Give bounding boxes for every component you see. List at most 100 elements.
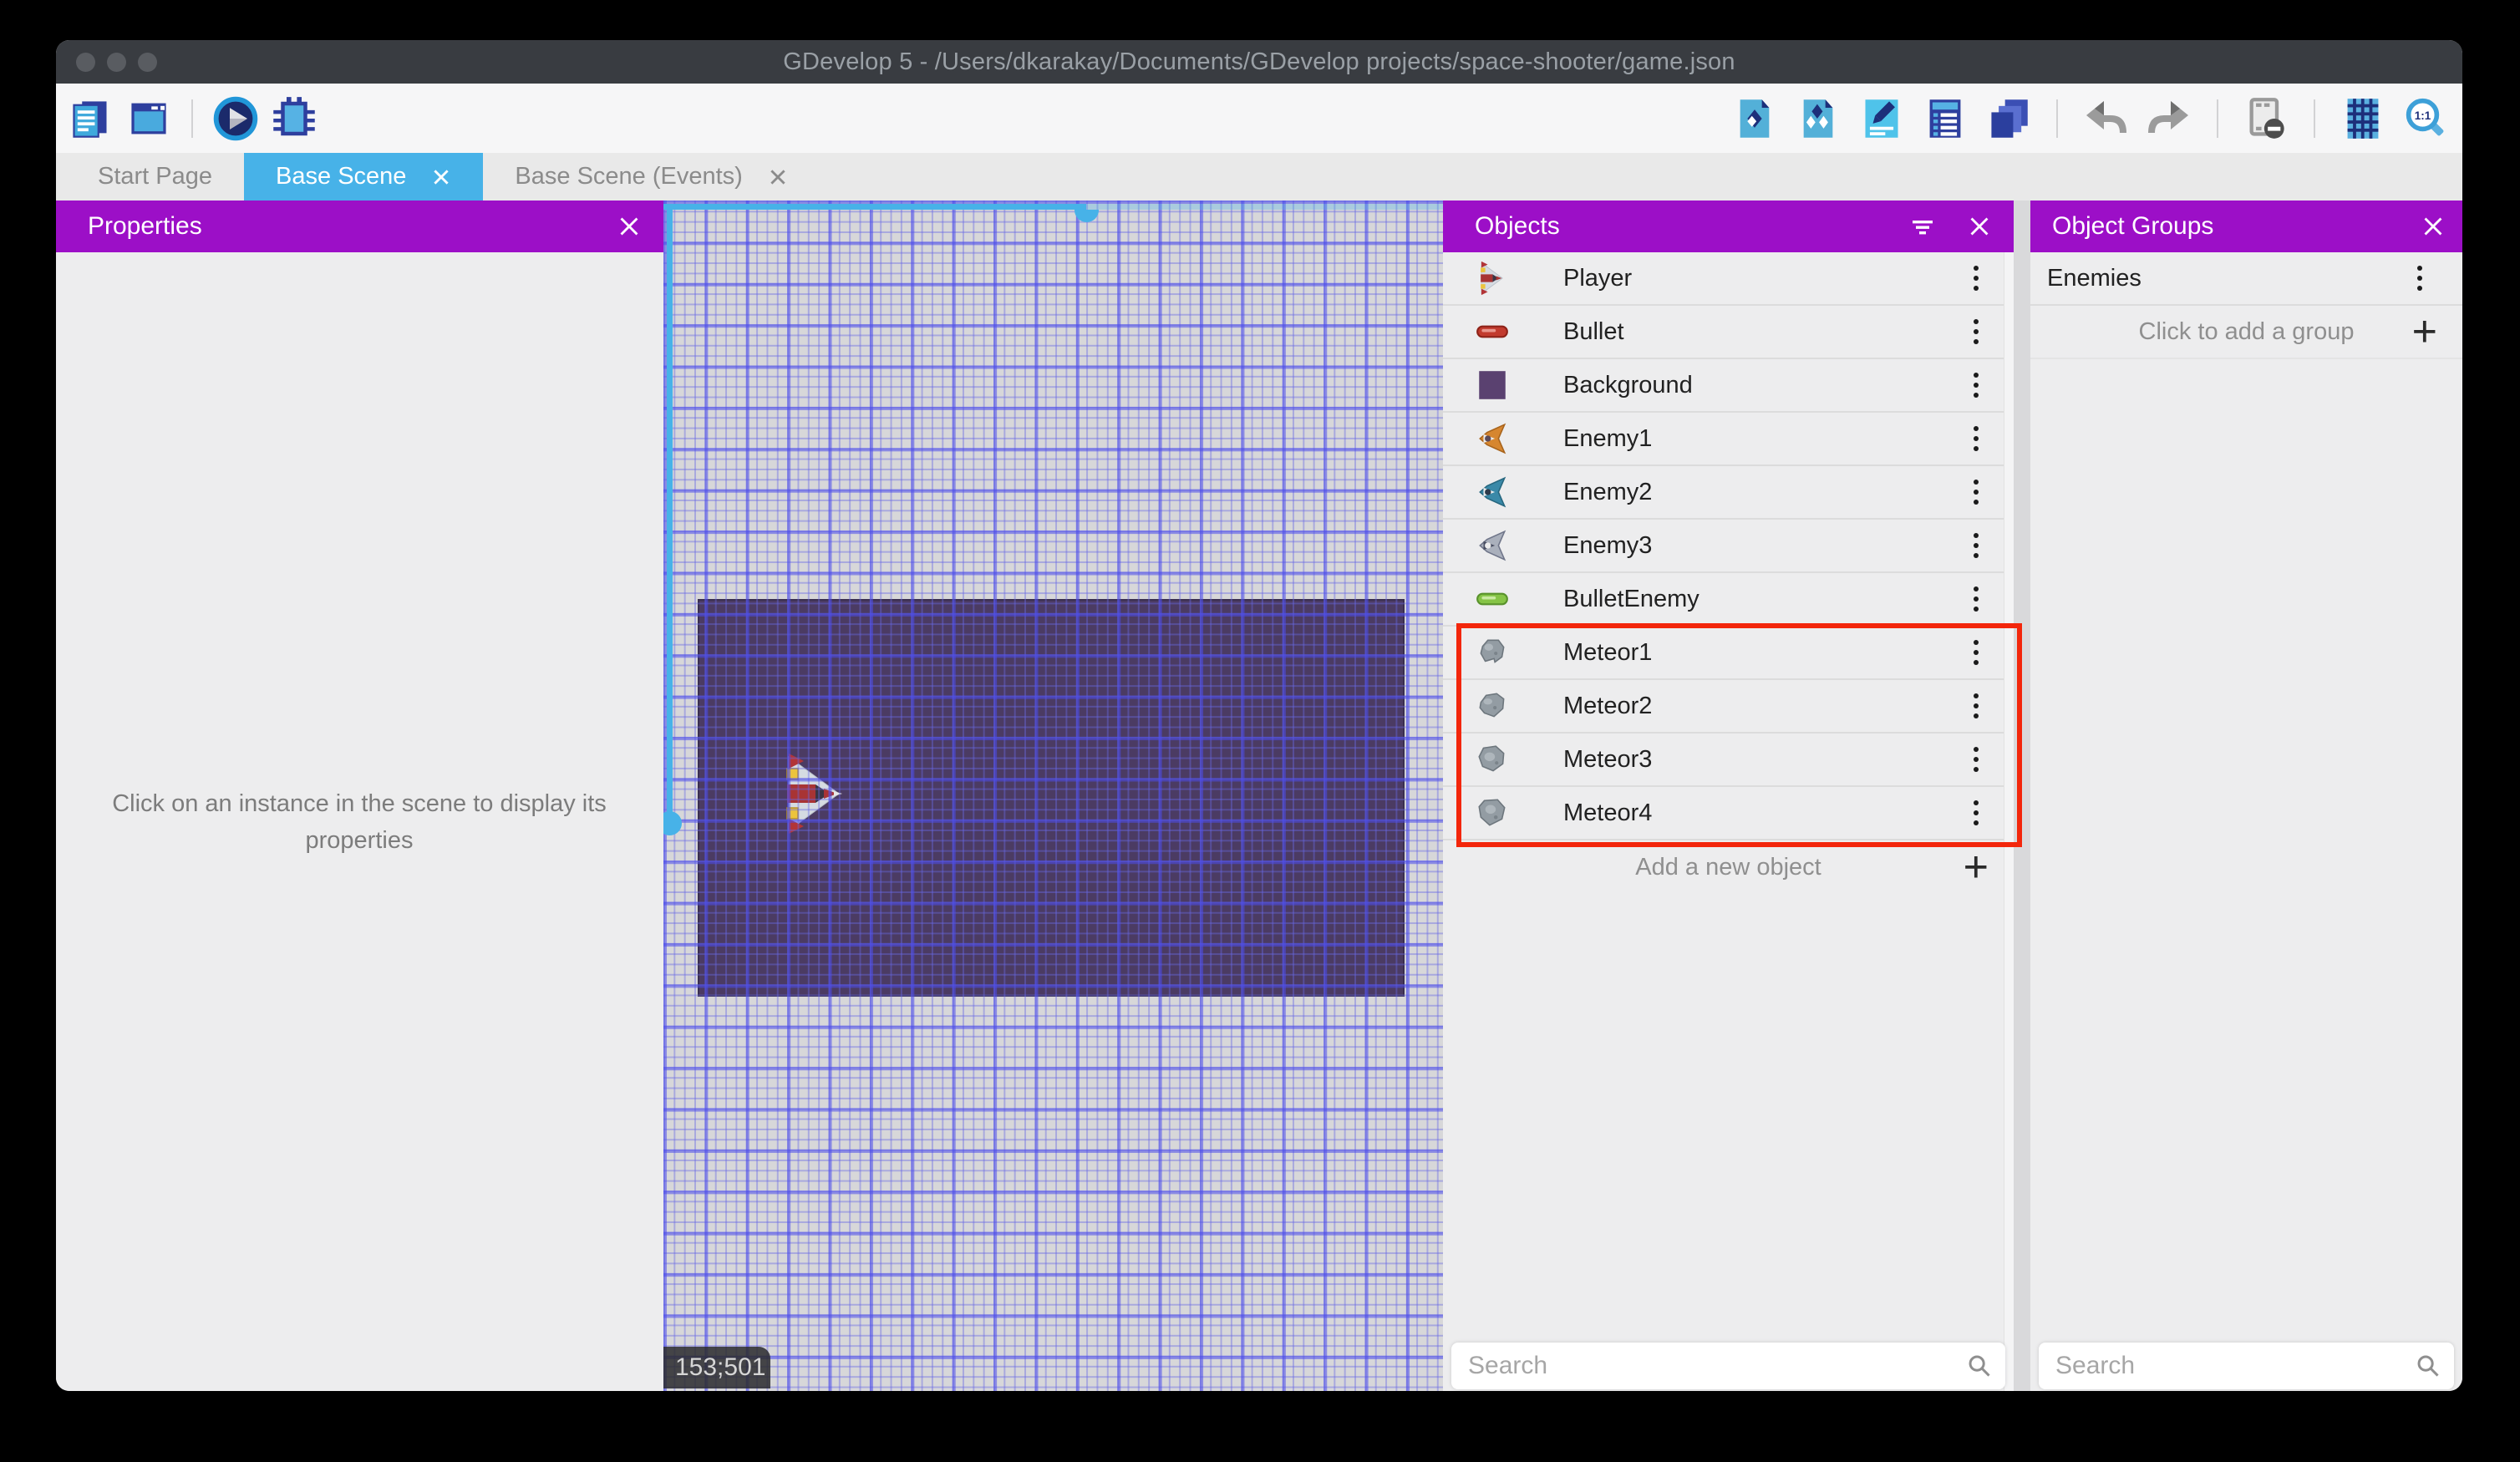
object-menu-button[interactable] — [1969, 368, 1984, 403]
close-icon[interactable] — [2422, 216, 2444, 237]
plus-icon[interactable]: + — [1964, 845, 1989, 889]
horizontal-scrollbar-fill — [663, 204, 1086, 210]
close-window-button[interactable] — [76, 53, 95, 72]
object-row-meteor4[interactable]: Meteor4 — [1443, 787, 2014, 840]
tab-close-icon[interactable] — [431, 167, 451, 187]
toolbar-separator — [191, 99, 193, 138]
zoom-reset-button[interactable]: 1:1 — [2404, 96, 2449, 141]
object-menu-button[interactable] — [1969, 581, 1984, 617]
tab-base-scene-events[interactable]: Base Scene (Events) — [483, 153, 819, 201]
window-icon — [127, 97, 170, 140]
objects-search-input[interactable] — [1451, 1343, 2005, 1389]
toolbar-right-group: 1:1 — [1732, 96, 2449, 141]
enemy3-sprite-icon — [1475, 528, 1510, 563]
add-group-label: Click to add a group — [2138, 317, 2355, 345]
object-menu-button[interactable] — [1969, 528, 1984, 563]
player-ship-instance[interactable] — [785, 752, 844, 835]
player-sprite-icon — [1475, 261, 1510, 296]
object-label: Enemy1 — [1563, 424, 1653, 452]
undo-button[interactable] — [2083, 96, 2128, 141]
object-menu-button[interactable] — [1969, 475, 1984, 510]
object-groups-panel-header: Object Groups — [2030, 201, 2462, 252]
group-menu-button[interactable] — [2412, 261, 2427, 296]
object-row-bulletenemy[interactable]: BulletEnemy — [1443, 573, 2014, 627]
tab-close-icon[interactable] — [768, 167, 788, 187]
object-menu-button[interactable] — [1969, 314, 1984, 349]
toggle-mask-button[interactable] — [2243, 96, 2289, 141]
debugger-button[interactable] — [272, 96, 317, 141]
object-row-background[interactable]: Background — [1443, 359, 2014, 413]
object-label: Player — [1563, 264, 1633, 292]
horizontal-scrollbar-thumb[interactable] — [1075, 210, 1099, 222]
tab-label: Base Scene — [276, 163, 407, 190]
object-label: Enemy2 — [1563, 478, 1653, 505]
open-properties-button[interactable] — [1859, 96, 1904, 141]
toolbar-separator — [2314, 99, 2315, 138]
search-icon — [1967, 1353, 1992, 1378]
object-row-meteor2[interactable]: Meteor2 — [1443, 680, 2014, 734]
object-row-player[interactable]: Player — [1443, 252, 2014, 306]
add-object-button[interactable]: Add a new object + — [1443, 840, 2014, 894]
enemy2-sprite-icon — [1475, 475, 1510, 510]
start-page-button[interactable] — [126, 96, 171, 141]
background-sprite-icon — [1475, 368, 1510, 403]
bullet-sprite-icon — [1475, 314, 1510, 349]
objects-list: Player Bullet Background Enemy1 Enemy2 E… — [1443, 252, 2014, 894]
project-manager-button[interactable] — [68, 96, 113, 141]
object-row-enemy3[interactable]: Enemy3 — [1443, 520, 2014, 573]
maximize-window-button[interactable] — [138, 53, 157, 72]
enemy1-sprite-icon — [1475, 421, 1510, 456]
object-row-enemy1[interactable]: Enemy1 — [1443, 413, 2014, 466]
object-row-bullet[interactable]: Bullet — [1443, 306, 2014, 359]
object-label: Background — [1563, 371, 1693, 398]
search-icon — [2416, 1353, 2441, 1378]
horizontal-scrollbar-track[interactable] — [1086, 204, 1443, 210]
object-groups-panel-title: Object Groups — [2052, 212, 2214, 240]
object-menu-button[interactable] — [1969, 688, 1984, 723]
object-menu-button[interactable] — [1969, 261, 1984, 296]
filter-icon[interactable] — [1910, 214, 1935, 239]
preview-button[interactable] — [213, 96, 258, 141]
open-objects-editor-button[interactable] — [1732, 96, 1777, 141]
undo-icon — [2083, 99, 2128, 138]
panel-divider — [2014, 201, 2030, 1391]
editor-tabs: Start Page Base Scene Base Scene (Events… — [56, 153, 2462, 201]
scene-canvas[interactable]: 153;501 — [663, 201, 1443, 1391]
object-menu-button[interactable] — [1969, 795, 1984, 830]
objects-panel-header: Objects — [1443, 201, 2014, 252]
objects-scrollbar-track[interactable] — [2004, 252, 2014, 1391]
groups-search-input[interactable] — [2039, 1343, 2454, 1389]
tab-base-scene[interactable]: Base Scene — [244, 153, 484, 201]
vertical-scrollbar-thumb[interactable] — [663, 811, 682, 835]
properties-empty-hint: Click on an instance in the scene to dis… — [112, 790, 607, 854]
redo-button[interactable] — [2147, 96, 2192, 141]
toolbar-separator — [2217, 99, 2218, 138]
object-row-meteor1[interactable]: Meteor1 — [1443, 627, 2014, 680]
object-menu-button[interactable] — [1969, 742, 1984, 777]
objects-search-bar — [1451, 1343, 2005, 1389]
grid-icon — [2341, 97, 2385, 140]
meteor3-sprite-icon — [1475, 742, 1510, 777]
add-group-button[interactable]: Click to add a group + — [2030, 306, 2462, 359]
object-row-meteor3[interactable]: Meteor3 — [1443, 734, 2014, 787]
toggle-grid-button[interactable] — [2340, 96, 2385, 141]
plus-icon[interactable]: + — [2412, 310, 2437, 353]
project-manager-icon — [69, 97, 112, 140]
gdevelop-window: GDevelop 5 - /Users/dkarakay/Documents/G… — [56, 40, 2462, 1391]
object-menu-button[interactable] — [1969, 635, 1984, 670]
object-menu-button[interactable] — [1969, 421, 1984, 456]
tab-start-page[interactable]: Start Page — [66, 153, 244, 201]
object-label: Enemy3 — [1563, 531, 1653, 559]
open-instances-list-button[interactable] — [1923, 96, 1968, 141]
redo-icon — [2147, 99, 2192, 138]
minimize-window-button[interactable] — [107, 53, 126, 72]
open-layers-editor-button[interactable] — [1986, 96, 2031, 141]
close-icon[interactable] — [618, 216, 640, 237]
open-object-groups-editor-button[interactable] — [1796, 96, 1841, 141]
meteor1-sprite-icon — [1475, 635, 1510, 670]
close-icon[interactable] — [1969, 216, 1990, 237]
groups-search-bar — [2039, 1343, 2454, 1389]
object-row-enemy2[interactable]: Enemy2 — [1443, 466, 2014, 520]
meteor2-sprite-icon — [1475, 688, 1510, 723]
group-row-enemies[interactable]: Enemies — [2030, 252, 2462, 306]
